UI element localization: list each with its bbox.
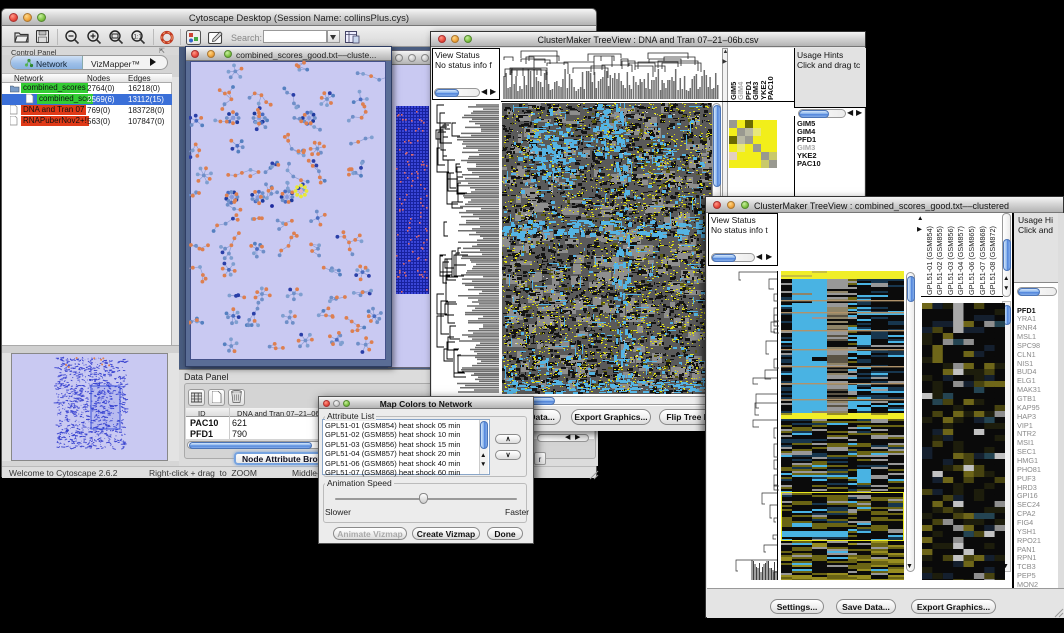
svg-text:GPL51-08 (GSM872): GPL51-08 (GSM872): [988, 226, 997, 295]
svg-text:GPL51-02 (GSM855): GPL51-02 (GSM855): [935, 226, 944, 295]
svg-text:1:1: 1:1: [134, 35, 143, 41]
svg-text:GPL51-07 (GSM868): GPL51-07 (GSM868): [978, 226, 987, 295]
svg-text:PAC10: PAC10: [766, 76, 775, 100]
svg-text:GPL51-01 (GSM854): GPL51-01 (GSM854): [925, 226, 934, 295]
svg-text:GPL51-06 (GSM865): GPL51-06 (GSM865): [967, 226, 976, 295]
svg-text:GPL51-03 (GSM856): GPL51-03 (GSM856): [946, 226, 955, 295]
svg-text:GPL51-04 (GSM857): GPL51-04 (GSM857): [956, 226, 965, 295]
